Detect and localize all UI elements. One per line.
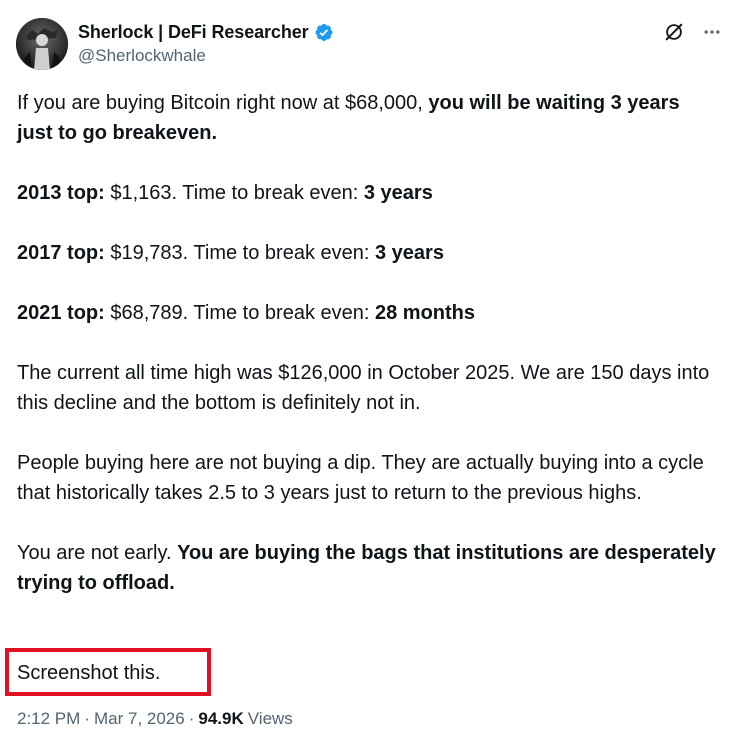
text-run: The current all time high was $126,000 i…: [17, 362, 710, 414]
bold-text: 28 months: [374, 302, 476, 324]
tweet-text: If you are buying Bitcoin right now at $…: [17, 88, 717, 628]
more-icon[interactable]: [700, 20, 724, 44]
views-label: Views: [247, 709, 293, 728]
tweet-header-actions: [662, 20, 724, 44]
bold-text: 3 years: [374, 242, 444, 264]
bold-text: 2021 top:: [17, 302, 105, 324]
meta-separator: ·: [188, 709, 195, 728]
tweet-paragraph: The current all time high was $126,000 i…: [17, 358, 717, 418]
author-name-row[interactable]: Sherlock | DeFi Researcher: [78, 21, 334, 43]
tweet-paragraph: People buying here are not buying a dip.…: [17, 448, 717, 508]
tweet-meta: 2:12 PM · Mar 7, 2026 · 94.9K Views: [17, 709, 293, 729]
text-run: You are not early.: [17, 542, 178, 564]
grok-icon[interactable]: [662, 20, 686, 44]
bold-text: 3 years: [363, 182, 433, 204]
tweet-final-line: Screenshot this.: [17, 662, 161, 684]
tweet-time[interactable]: 2:12 PM: [17, 709, 80, 729]
author-display-name[interactable]: Sherlock | DeFi Researcher: [78, 22, 309, 43]
views-count: 94.9K: [198, 709, 244, 728]
text-run: People buying here are not buying a dip.…: [17, 452, 704, 504]
tweet-paragraph: If you are buying Bitcoin right now at $…: [17, 88, 717, 148]
text-run: If you are buying Bitcoin right now at $…: [17, 92, 429, 114]
tweet-paragraph: 2021 top: $68,789. Time to break even: 2…: [17, 298, 717, 328]
avatar[interactable]: [16, 18, 68, 70]
author-handle[interactable]: @Sherlockwhale: [78, 46, 206, 66]
bold-text: 2013 top:: [17, 182, 105, 204]
tweet: Sherlock | DeFi Researcher @Sherlockwhal…: [0, 0, 736, 747]
text-run: $1,163. Time to break even:: [104, 182, 364, 204]
tweet-paragraph: 2013 top: $1,163. Time to break even: 3 …: [17, 178, 717, 208]
verified-badge-icon: [313, 22, 334, 43]
text-run: $68,789. Time to break even:: [104, 302, 375, 324]
tweet-paragraph: 2017 top: $19,783. Time to break even: 3…: [17, 238, 717, 268]
tweet-date[interactable]: Mar 7, 2026: [94, 709, 185, 729]
tweet-paragraph: You are not early. You are buying the ba…: [17, 538, 717, 598]
meta-separator: ·: [84, 709, 90, 728]
bold-text: 2017 top:: [17, 242, 105, 264]
text-run: $19,783. Time to break even:: [104, 242, 375, 264]
